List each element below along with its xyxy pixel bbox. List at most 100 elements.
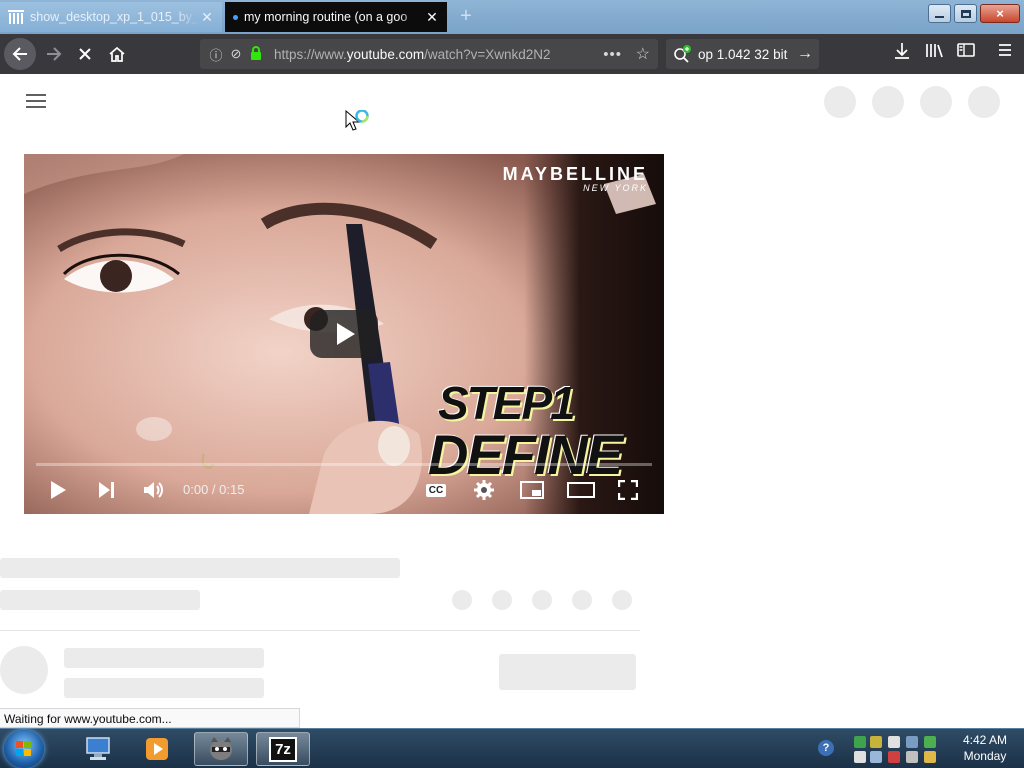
search-icon (674, 45, 691, 63)
sidebar-icon[interactable] (954, 42, 978, 66)
placeholder-circle (872, 86, 904, 118)
video-player[interactable]: MAYBELLINE NEW YORK STEP1 DEFINE 0:00 / … (24, 154, 664, 514)
taskbar-7zip[interactable]: 7z (256, 732, 310, 766)
new-tab-button[interactable]: + (455, 5, 477, 27)
channel-placeholder (64, 648, 264, 668)
tray-text-icon[interactable] (870, 751, 882, 763)
search-go-icon[interactable]: → (797, 45, 813, 63)
meta-placeholder (0, 590, 200, 610)
subscribers-placeholder (64, 678, 264, 698)
close-tab-icon[interactable]: ✕ (425, 9, 439, 26)
theater-mode-button[interactable] (566, 478, 596, 502)
restore-button[interactable] (954, 4, 977, 23)
close-tab-icon[interactable]: ✕ (200, 9, 214, 26)
status-panel: Waiting for www.youtube.com... (0, 708, 300, 728)
fullscreen-icon (618, 480, 638, 500)
placeholder-circle (968, 86, 1000, 118)
tab-title: show_desktop_xp_1_015_by_c (30, 10, 200, 24)
placeholder-circle (920, 86, 952, 118)
subscribe-placeholder (499, 654, 636, 690)
mute-button[interactable] (140, 478, 166, 502)
back-arrow-icon (12, 47, 27, 61)
clock-time: 4:42 AM (962, 733, 1008, 747)
tray-display-icon[interactable] (888, 736, 900, 748)
tab-morning-routine[interactable]: my morning routine (on a goo ✕ (225, 2, 447, 32)
search-bar[interactable]: op 1.042 32 bit → (666, 39, 819, 69)
navigation-toolbar: ⓘ ⊘ https://www.youtube.com/watch?v=Xwnk… (0, 34, 1024, 74)
web-page: MAYBELLINE NEW YORK STEP1 DEFINE 0:00 / … (0, 74, 1024, 728)
taskbar-explorer[interactable] (72, 732, 126, 766)
library-toolbar-icon[interactable] (922, 42, 946, 66)
fullscreen-button[interactable] (616, 478, 640, 502)
info-icon[interactable]: ⓘ (206, 45, 226, 64)
watermark-brand: MAYBELLINE (502, 164, 648, 184)
avatar-placeholder (0, 646, 48, 694)
brand-watermark: MAYBELLINE NEW YORK (503, 164, 648, 193)
tray-check-icon[interactable] (924, 736, 936, 748)
player-controls: 0:00 / 0:15 CC (24, 472, 664, 508)
taskbar: 7z ? 4:42 AM Monday (0, 728, 1024, 768)
forward-button[interactable] (40, 40, 68, 68)
forward-arrow-icon (47, 47, 62, 61)
stop-icon (79, 48, 91, 60)
action-placeholder (572, 590, 592, 610)
taskbar-media-player[interactable] (130, 732, 184, 766)
tab-show-desktop[interactable]: show_desktop_xp_1_015_by_c ✕ (0, 2, 222, 32)
tracking-protection-icon[interactable]: ⊘ (226, 46, 246, 62)
downloads-icon[interactable] (890, 42, 914, 66)
next-button[interactable] (94, 478, 118, 502)
menu-icon[interactable] (993, 42, 1017, 66)
help-icon[interactable]: ? (818, 740, 834, 756)
settings-button[interactable] (471, 478, 497, 502)
next-track-icon (99, 482, 114, 498)
title-placeholder (0, 558, 400, 578)
tray-network-icon[interactable] (854, 736, 866, 748)
action-placeholder (532, 590, 552, 610)
system-tray (852, 732, 942, 766)
restore-icon (960, 9, 971, 18)
tray-app-icon[interactable] (870, 736, 882, 748)
tray-security-icon[interactable] (906, 736, 918, 748)
library-icon (8, 10, 24, 24)
captions-icon: CC (425, 483, 447, 497)
lock-icon[interactable] (246, 45, 266, 63)
bookmark-star-icon[interactable]: ☆ (636, 44, 650, 64)
system-clock[interactable]: 4:42 AM Monday (952, 732, 1018, 764)
loading-dot-icon (233, 14, 238, 20)
play-icon (337, 323, 355, 345)
action-placeholder (612, 590, 632, 610)
back-button[interactable] (4, 38, 36, 70)
url-text[interactable]: https://www.youtube.com/watch?v=Xwnkd2N2 (274, 47, 594, 62)
action-placeholder (492, 590, 512, 610)
guide-menu-icon[interactable] (26, 94, 46, 108)
tray-keyboard-icon[interactable] (854, 751, 866, 763)
large-play-button[interactable] (310, 310, 378, 358)
gear-icon (474, 480, 494, 500)
placeholder-circle (824, 86, 856, 118)
busy-cursor-icon (345, 110, 369, 131)
captions-button[interactable]: CC (424, 478, 448, 502)
play-button[interactable] (46, 478, 70, 502)
page-actions-icon[interactable]: ••• (603, 46, 622, 63)
tray-alert-icon[interactable] (888, 751, 900, 763)
home-button[interactable] (103, 40, 131, 68)
play-icon (51, 481, 66, 499)
window-close-button[interactable]: × (980, 4, 1020, 23)
search-input[interactable]: op 1.042 32 bit (698, 47, 787, 62)
minimize-button[interactable] (928, 4, 951, 23)
media-player-icon (146, 738, 168, 760)
miniplayer-button[interactable] (519, 478, 545, 502)
url-bar[interactable]: ⓘ ⊘ https://www.youtube.com/watch?v=Xwnk… (200, 39, 658, 69)
progress-bar[interactable] (36, 463, 652, 466)
stop-button[interactable] (71, 40, 99, 68)
windows-logo-icon (16, 741, 32, 757)
computer-icon (86, 737, 110, 760)
tray-search-icon[interactable] (924, 751, 936, 763)
tray-volume-icon[interactable] (906, 751, 918, 763)
action-placeholder (452, 590, 472, 610)
7zip-icon: 7z (269, 736, 297, 762)
home-icon (109, 46, 125, 62)
taskbar-firefox[interactable] (194, 732, 248, 766)
time-display: 0:00 / 0:15 (183, 482, 245, 497)
start-button[interactable] (4, 730, 44, 768)
